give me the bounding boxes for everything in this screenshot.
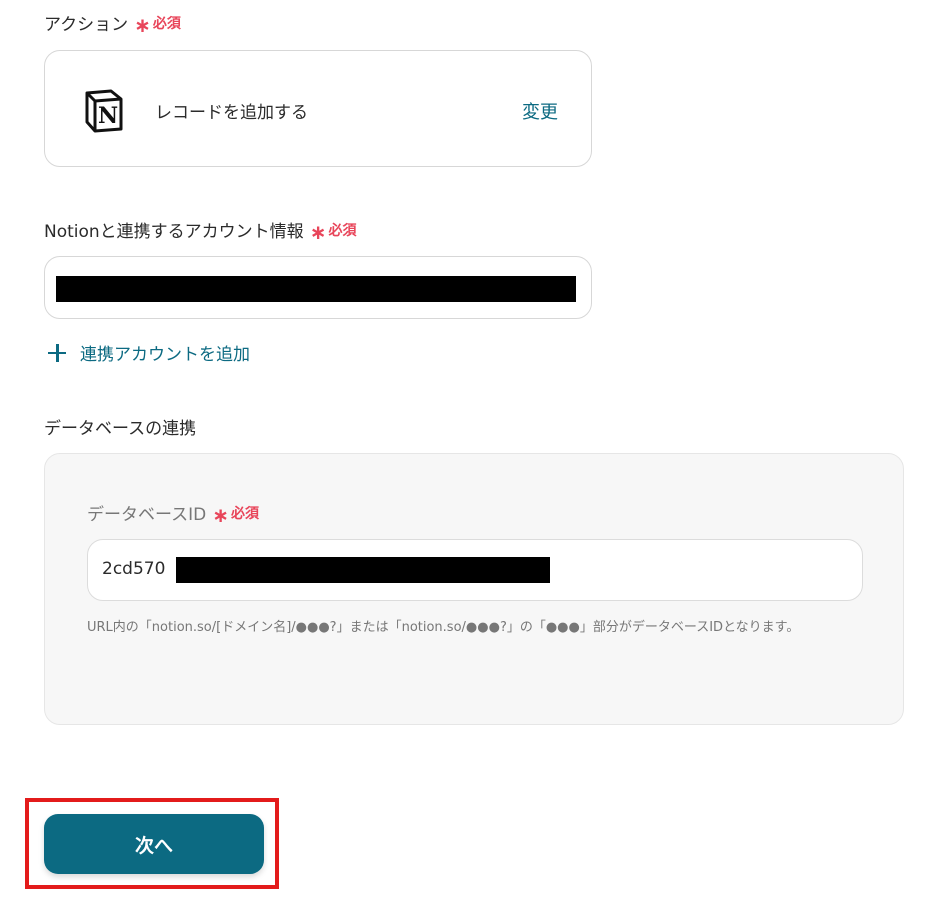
required-asterisk-icon: ∗ xyxy=(134,12,151,37)
account-label: Notionと連携するアカウント情報 xyxy=(44,222,304,242)
required-badge: ∗ 必須 xyxy=(309,219,357,244)
database-id-label: データベースID ∗ 必須 xyxy=(87,500,260,527)
required-asterisk-icon: ∗ xyxy=(309,219,327,244)
required-asterisk-icon: ∗ xyxy=(212,502,230,527)
svg-text:N: N xyxy=(98,103,118,129)
account-section-label: Notionと連携するアカウント情報 ∗ 必須 xyxy=(44,217,357,244)
account-select[interactable] xyxy=(44,256,592,319)
add-account-link[interactable]: 連携アカウントを追加 xyxy=(48,340,250,365)
required-badge: ∗ 必須 xyxy=(212,502,260,527)
change-action-link[interactable]: 変更 xyxy=(522,98,558,124)
database-id-input[interactable]: 2cd570 xyxy=(87,539,863,601)
redacted-database-id xyxy=(176,557,550,583)
add-account-label: 連携アカウントを追加 xyxy=(80,345,250,365)
plus-icon xyxy=(48,343,66,362)
action-section-label: アクション ∗ 必須 xyxy=(44,10,181,37)
database-id-label-text: データベースID xyxy=(87,505,207,525)
database-panel: データベースID ∗ 必須 2cd570 URL内の「notion.so/[ドメ… xyxy=(44,453,904,725)
database-id-value: 2cd570 xyxy=(102,559,166,579)
required-text: 必須 xyxy=(231,505,260,522)
database-section-title: データベースの連携 xyxy=(44,419,197,439)
action-name: レコードを追加する xyxy=(155,103,308,123)
notion-icon: N xyxy=(85,89,123,133)
database-section-label: データベースの連携 xyxy=(44,414,196,439)
required-badge: ∗ 必須 xyxy=(134,12,181,37)
required-text: 必須 xyxy=(328,222,357,239)
action-label: アクション xyxy=(44,15,129,35)
database-id-help-text: URL内の「notion.so/[ドメイン名]/●●●?」または「notion.… xyxy=(87,620,800,635)
required-text: 必須 xyxy=(152,15,181,32)
next-button[interactable]: 次へ xyxy=(44,814,264,874)
action-card: N レコードを追加する 変更 xyxy=(44,50,592,167)
redacted-account-value xyxy=(56,276,576,302)
